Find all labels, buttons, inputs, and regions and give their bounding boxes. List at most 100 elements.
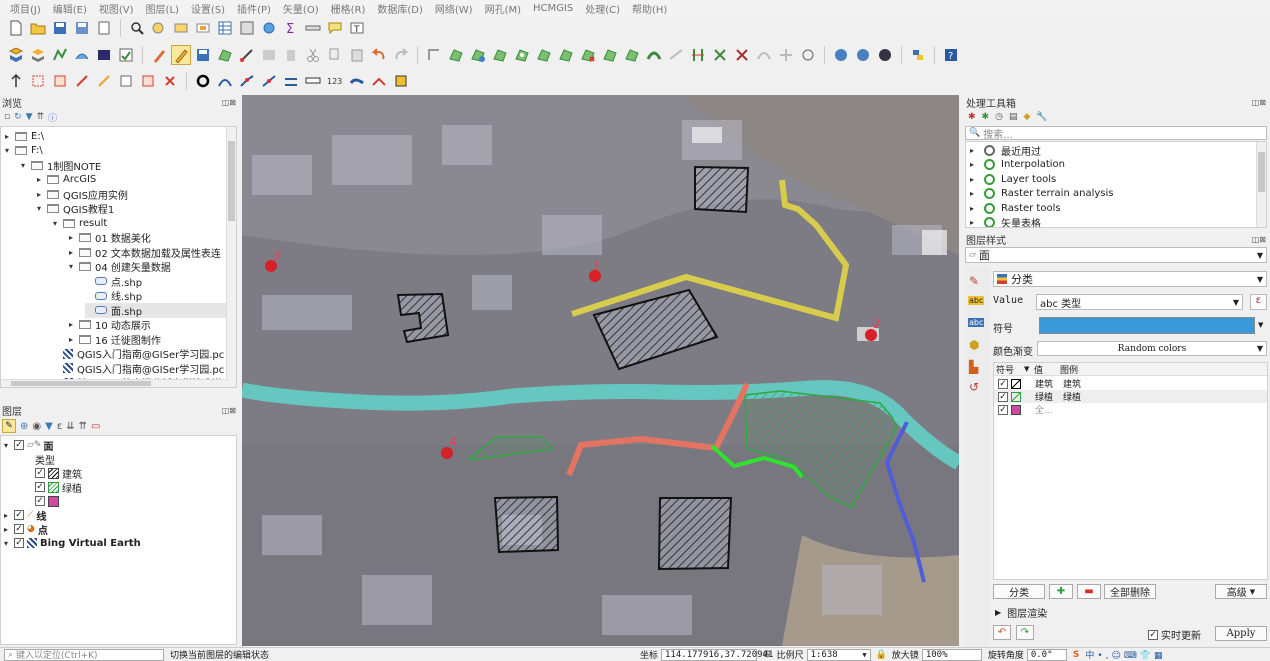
split-features-icon[interactable] [666, 45, 686, 65]
options-icon[interactable]: 🔧 [1036, 112, 1047, 122]
live-update-checkbox[interactable]: ✓ 实时更新 [1148, 627, 1201, 642]
help-icon[interactable]: ? [941, 45, 961, 65]
expand-arrow-icon[interactable]: ▾ [69, 262, 79, 271]
toolbox-item[interactable]: ▸ 矢量表格 [970, 216, 1041, 227]
browser-item[interactable]: ▸ ArcGIS [37, 173, 96, 188]
class-checkbox[interactable]: ✓ [35, 482, 45, 493]
expand-arrow-icon[interactable]: ▸ [970, 189, 980, 198]
symbol-dropdown-icon[interactable]: ▼ [1258, 317, 1267, 334]
cut-icon[interactable] [303, 45, 323, 65]
browser-hscrollbar[interactable] [1, 379, 228, 387]
models-icon[interactable]: ✱ [968, 112, 976, 122]
ime-tray-icon[interactable]: S [1073, 650, 1079, 660]
add-vector-icon[interactable] [50, 45, 70, 65]
remove-layer-icon[interactable]: ▭ [91, 421, 100, 432]
save-project-icon[interactable] [50, 18, 70, 38]
layer-visibility-checkbox[interactable]: ✓ [14, 538, 24, 549]
vertex-tool-icon[interactable] [237, 45, 257, 65]
expand-arrow-icon[interactable]: ▾ [5, 146, 15, 155]
zoom-icon[interactable] [149, 18, 169, 38]
rotate-feature-icon[interactable] [468, 45, 488, 65]
redo-style-button[interactable]: ↷ [1016, 625, 1034, 640]
attribute-table-icon[interactable] [215, 18, 235, 38]
expression-filter-icon[interactable]: ε [57, 421, 62, 432]
satellite-map[interactable]: 1 2 3 4 [242, 95, 959, 646]
layer-render-section[interactable]: ▶ 图层渲染 [995, 605, 1047, 620]
toolbox-item[interactable]: ▸ Layer tools [970, 172, 1056, 187]
zoom-full-icon[interactable] [171, 18, 191, 38]
masks-tab-icon[interactable]: abc [968, 318, 985, 327]
pan-map-icon[interactable] [6, 71, 26, 91]
expand-arrow-icon[interactable]: ▾ [53, 219, 63, 228]
browser-item[interactable]: ▾ result [53, 216, 107, 231]
scale-field[interactable]: 1:638 ▼ [806, 648, 871, 661]
add-selected-icon[interactable]: ▫ [4, 112, 10, 122]
collapse-arrow-icon[interactable]: ▾ [4, 441, 14, 450]
line-measure-icon[interactable] [303, 71, 323, 91]
layer-line[interactable]: ▸ ✓ ⟋ 线 [4, 508, 46, 523]
class-table-row[interactable]: ✓ 全... [994, 403, 1267, 416]
menu-item[interactable]: 处理(C) [579, 1, 626, 16]
expand-arrow-icon[interactable]: ▸ [69, 233, 79, 242]
rotate-symbols-icon[interactable] [754, 45, 774, 65]
open-project-icon[interactable] [28, 18, 48, 38]
refresh-icon[interactable]: ↻ [14, 112, 22, 122]
results-icon[interactable]: ▤ [1009, 112, 1018, 122]
symbol-color-button[interactable] [1039, 317, 1255, 334]
lock-icon[interactable]: 🔒 [876, 650, 887, 660]
measure-icon[interactable] [303, 18, 323, 38]
live-update-check[interactable]: ✓ [1148, 629, 1158, 640]
paste-icon[interactable] [347, 45, 367, 65]
add-wms-icon[interactable] [94, 45, 114, 65]
identify-icon[interactable] [831, 45, 851, 65]
history-tab-icon[interactable]: ↺ [969, 380, 979, 394]
info-icon[interactable]: ⓘ [48, 111, 57, 124]
pan-icon[interactable] [127, 18, 147, 38]
add-circular-string-icon[interactable] [215, 71, 235, 91]
processing-settings-icon[interactable] [259, 18, 279, 38]
split-parts-icon[interactable] [688, 45, 708, 65]
menu-item[interactable]: 网络(W) [429, 1, 479, 16]
collapse-all-icon[interactable]: ⇈ [79, 421, 87, 432]
class-row[interactable]: ✓ 建筑 [35, 466, 82, 481]
browser-item[interactable]: 面.shp [85, 303, 228, 318]
new-project-icon[interactable] [6, 18, 26, 38]
browser-item[interactable]: ▾ QGIS教程1 [37, 202, 114, 216]
class-table-row[interactable]: ✓ 建筑 建筑 [994, 377, 1267, 390]
reshape-icon[interactable] [622, 45, 642, 65]
menu-item[interactable]: 数据库(D) [371, 1, 429, 16]
add-class-button[interactable]: ✚ [1049, 584, 1073, 599]
select-polygon-icon[interactable] [50, 71, 70, 91]
expand-arrow-icon[interactable]: ▾ [37, 204, 47, 213]
menu-item[interactable]: 栅格(R) [325, 1, 372, 16]
browser-scrollbar[interactable] [226, 127, 236, 387]
current-edits-icon[interactable] [149, 45, 169, 65]
class-row[interactable]: ✓ 绿植 [35, 480, 82, 495]
browser-item[interactable]: ▾ F:\ [5, 144, 43, 159]
browser-item[interactable]: ▸ 01 数据美化 [69, 231, 151, 245]
panel-controls-icon[interactable]: ◫⊠ [1252, 98, 1266, 107]
add-polygon-icon[interactable] [215, 45, 235, 65]
offset-line-icon[interactable] [281, 71, 301, 91]
simplify-icon[interactable] [490, 45, 510, 65]
class-checkbox[interactable]: ✓ [998, 404, 1008, 415]
menu-item[interactable]: 项目(J) [4, 1, 47, 16]
browser-item[interactable]: 点.shp [85, 274, 142, 289]
delete-all-button[interactable]: 全部删除 [1104, 584, 1156, 599]
field-calculator-icon[interactable] [237, 18, 257, 38]
offset-curve-icon[interactable] [644, 45, 664, 65]
coordinate-field[interactable]: 114.177916,37.720941 [661, 648, 773, 661]
collapse-arrow-icon[interactable]: ▾ [4, 539, 14, 548]
menu-item[interactable]: 图层(L) [140, 1, 185, 16]
toolbox-item[interactable]: ▸ Raster terrain analysis [970, 187, 1113, 202]
zoom-layer-icon[interactable] [193, 18, 213, 38]
menu-item[interactable]: 帮助(H) [626, 1, 673, 16]
redo-icon[interactable] [391, 45, 411, 65]
browser-item[interactable]: ▾ 1制图NOTE [21, 158, 101, 173]
class-checkbox[interactable]: ✓ [998, 378, 1008, 389]
delete-ring-icon[interactable] [578, 45, 598, 65]
class-table-row[interactable]: ✓ 绿植 绿植 [994, 390, 1267, 403]
edit-features-icon[interactable]: ◆ [1023, 112, 1030, 122]
delete-part-icon[interactable] [600, 45, 620, 65]
style-layer-select[interactable]: ▱ 面 ▼ [965, 247, 1267, 263]
